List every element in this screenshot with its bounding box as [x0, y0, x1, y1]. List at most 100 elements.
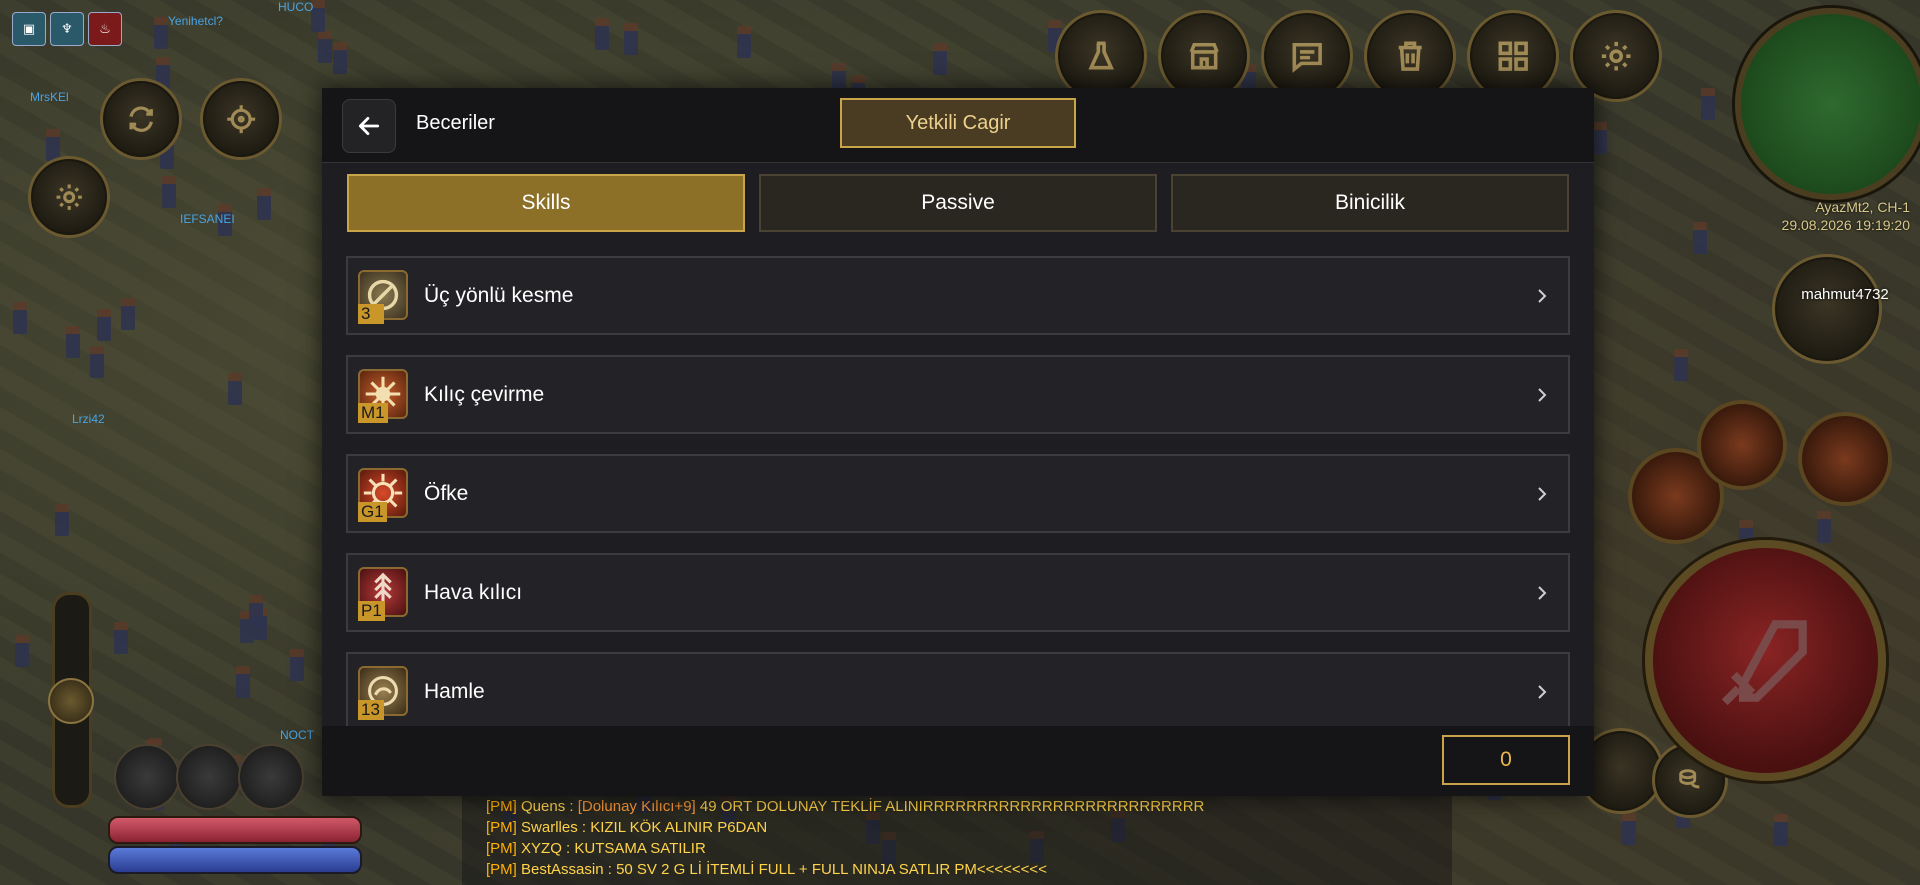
background-character	[933, 43, 947, 75]
store-icon	[1189, 42, 1219, 70]
crosshair-icon	[227, 105, 255, 133]
dialog-footer	[322, 726, 1594, 796]
buff-icon: ♨	[88, 12, 122, 46]
background-character	[121, 298, 135, 330]
background-character	[737, 26, 751, 58]
skill-row[interactable]: M1 Kılıç çevirme	[346, 355, 1570, 434]
nameplate: Yenihetcl?	[168, 14, 223, 28]
skill-name: Üç yönlü kesme	[424, 284, 574, 307]
skill-name: Kılıç çevirme	[424, 383, 545, 406]
background-character	[1817, 511, 1831, 543]
tab-riding[interactable]: Binicilik	[1171, 174, 1569, 232]
dialog-header: Beceriler Yetkili Cagir	[322, 88, 1594, 163]
skill-row[interactable]: G1 Öfke	[346, 454, 1570, 533]
skill-row[interactable]: 3 Üç yönlü kesme	[346, 256, 1570, 335]
minimap[interactable]	[1735, 8, 1920, 200]
background-character	[66, 326, 80, 358]
skill-name: Hamle	[424, 680, 485, 703]
background-character	[1774, 814, 1788, 846]
sword-icon	[1721, 619, 1807, 705]
server-info: AyazMt2, CH-1 29.08.2026 19:19:20	[1770, 198, 1910, 234]
skill-level-badge: 13	[358, 700, 384, 720]
background-character	[236, 666, 250, 698]
nameplate: Lrzi42	[72, 412, 105, 426]
skills-dialog: Beceriler Yetkili Cagir Skills Passive B…	[322, 88, 1594, 796]
nameplate: IEFSANEI	[180, 212, 235, 226]
skill-name: Hava kılıcı	[424, 581, 523, 604]
chevron-right-icon	[1538, 388, 1547, 402]
player-name: mahmut4732	[1801, 286, 1889, 303]
chat-line: [PM] BestAssasin : 50 SV 2 G Lİ İTEMLİ F…	[486, 861, 1047, 878]
background-character	[97, 309, 111, 341]
background-character	[257, 188, 271, 220]
chevron-right-icon	[1538, 685, 1547, 699]
back-button[interactable]	[342, 99, 396, 153]
grid-icon	[1498, 41, 1528, 71]
background-character	[318, 31, 332, 63]
server-datetime: 29.08.2026 19:19:20	[1781, 217, 1910, 233]
call-gm-button[interactable]: Yetkili Cagir	[840, 98, 1076, 148]
skill-points-counter: 0	[1442, 735, 1570, 785]
skill-level-badge: G1	[358, 502, 387, 522]
buff-icon: ▣	[12, 12, 46, 46]
background-character	[1693, 222, 1707, 254]
skill-row[interactable]: P1 Hava kılıcı	[346, 553, 1570, 632]
quick-slot[interactable]	[114, 744, 180, 810]
chat-log: [PM] Quens : [Dolunay Kılıcı+9] 49 ORT D…	[462, 796, 1452, 885]
server-name: AyazMt2, CH-1	[1815, 199, 1910, 215]
quick-slot[interactable]	[176, 744, 242, 810]
chat-line: [PM] XYZQ : KUTSAMA SATILIR	[486, 840, 706, 857]
hp-bar	[108, 816, 362, 844]
background-character	[55, 504, 69, 536]
dialog-title: Beceriler	[416, 112, 495, 134]
background-character	[13, 302, 27, 334]
chat-line: [PM] Swarlles : KIZIL KÖK ALINIR P6DAN	[486, 819, 768, 836]
background-character	[595, 18, 609, 50]
background-character	[114, 622, 128, 654]
gear-icon	[56, 184, 82, 210]
settings-button-left[interactable]	[28, 156, 110, 238]
target-button[interactable]	[200, 78, 282, 160]
chat-line: [PM] Quens : [Dolunay Kılıcı+9] 49 ORT D…	[486, 798, 1205, 815]
character-button[interactable]	[1772, 254, 1882, 364]
nameplate: HUCO	[278, 0, 314, 14]
background-character	[1622, 813, 1636, 845]
flask-icon	[1088, 41, 1114, 70]
tab-skills[interactable]: Skills	[347, 174, 745, 232]
background-character	[624, 23, 638, 55]
background-character	[1674, 349, 1688, 381]
skill-level-badge: M1	[358, 403, 388, 423]
skill-name: Öfke	[424, 482, 469, 505]
background-character	[1593, 122, 1607, 154]
buff-icon: ♆	[50, 12, 84, 46]
background-character	[162, 176, 176, 208]
background-character	[249, 595, 263, 627]
gear-icon	[1601, 41, 1631, 71]
background-character	[46, 129, 60, 161]
tab-passive[interactable]: Passive	[759, 174, 1157, 232]
skill-row[interactable]: 13 Hamle	[346, 652, 1570, 726]
skill-slot[interactable]	[1798, 412, 1892, 506]
mp-bar	[108, 846, 362, 874]
skill-level-badge: 3	[358, 304, 384, 324]
buff-bar: ▣ ♆ ♨	[12, 12, 122, 46]
auto-rotate-button[interactable]	[100, 78, 182, 160]
arrow-left-icon	[358, 117, 380, 135]
background-character	[333, 42, 347, 74]
attack-button[interactable]	[1645, 540, 1886, 781]
trash-icon	[1398, 41, 1422, 71]
coins-icon	[1679, 769, 1700, 789]
skill-level-badge: P1	[358, 601, 385, 621]
nameplate: NOCT	[280, 728, 314, 742]
background-character	[228, 373, 242, 405]
skill-slot[interactable]	[1697, 400, 1787, 490]
background-character	[1701, 88, 1715, 120]
quick-slot[interactable]	[238, 744, 304, 810]
background-character	[90, 346, 104, 378]
slider-knob[interactable]	[48, 678, 94, 724]
skill-list: 3 Üç yönlü kesme M1 Kılıç çevirme G1 Öfk…	[346, 256, 1570, 726]
nameplate: MrsKEl	[30, 90, 69, 104]
refresh-icon	[129, 106, 153, 132]
background-character	[154, 17, 168, 49]
background-character	[15, 635, 29, 667]
